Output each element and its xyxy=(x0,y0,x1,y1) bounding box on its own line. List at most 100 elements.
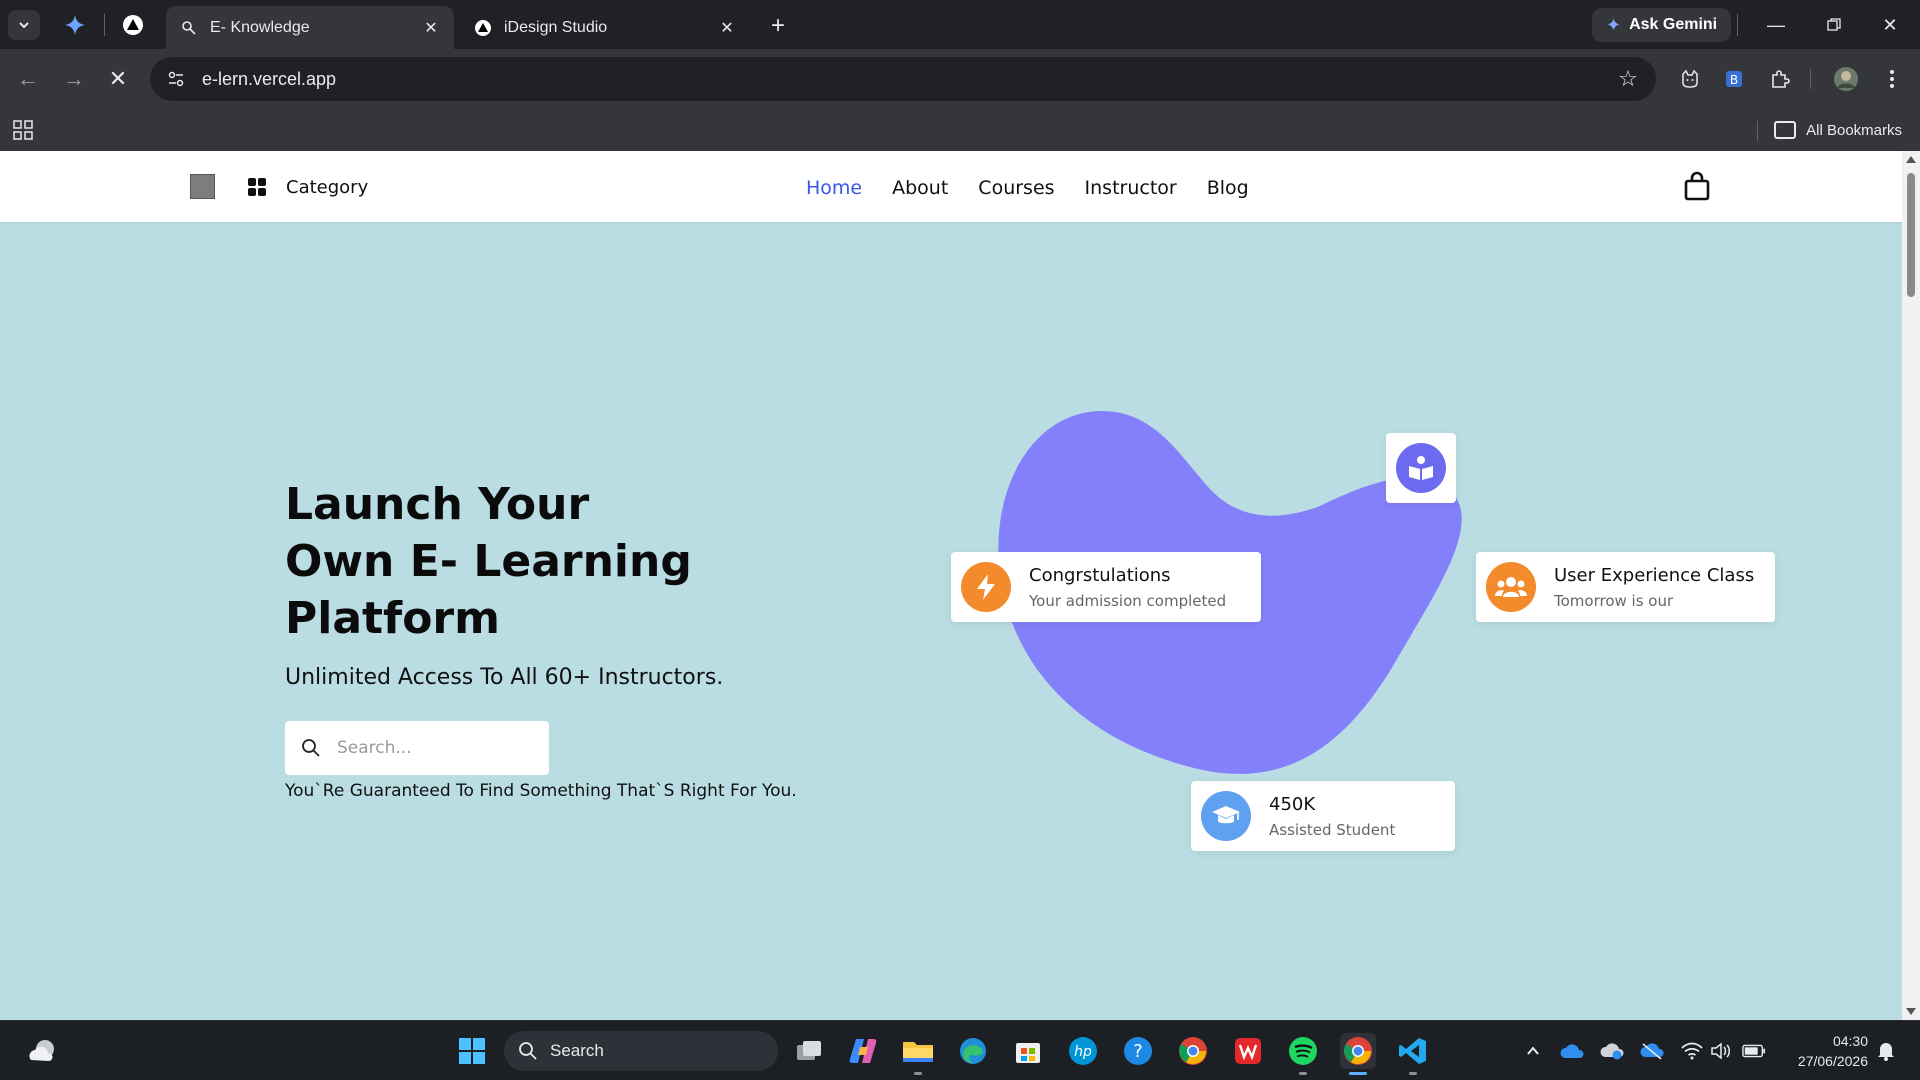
chrome-icon xyxy=(1344,1037,1372,1065)
ask-gemini-label: Ask Gemini xyxy=(1629,16,1718,33)
ux-class-card: User Experience Class Tomorrow is our xyxy=(1476,552,1775,622)
pinned-tab-gemini[interactable] xyxy=(62,12,88,38)
store-app[interactable] xyxy=(1010,1033,1046,1069)
extensions-button[interactable] xyxy=(1764,63,1796,95)
windows-taskbar: Search hp ? 04:30 27/06/2026 xyxy=(0,1020,1920,1080)
loading-favicon-icon xyxy=(180,19,198,37)
hero-search-box[interactable] xyxy=(285,721,549,775)
tab-search-button[interactable] xyxy=(8,10,40,40)
tab-idesign-studio[interactable]: iDesign Studio ✕ xyxy=(460,6,750,49)
file-explorer-app[interactable] xyxy=(900,1033,936,1075)
kebab-menu-icon xyxy=(1890,70,1894,88)
extension-translate-button[interactable]: B xyxy=(1718,63,1750,95)
main-nav: Home About Courses Instructor Blog xyxy=(806,173,1279,203)
scroll-down-icon[interactable] xyxy=(1906,1008,1916,1015)
task-view-icon xyxy=(797,1041,821,1060)
graduation-cap-icon xyxy=(1201,791,1251,841)
url-text[interactable]: e-lern.vercel.app xyxy=(202,69,336,90)
chrome-icon xyxy=(1179,1037,1207,1065)
ask-gemini-button[interactable]: ✦ Ask Gemini xyxy=(1592,8,1732,42)
wps-app[interactable] xyxy=(1230,1033,1266,1069)
edge-app[interactable] xyxy=(955,1033,991,1069)
page-viewport: Category Home About Courses Instructor B… xyxy=(0,151,1920,1020)
category-menu[interactable]: Category xyxy=(248,173,368,201)
page-scrollbar[interactable] xyxy=(1902,151,1920,1020)
minimize-button[interactable]: — xyxy=(1756,10,1796,40)
new-tab-button[interactable]: + xyxy=(764,12,792,40)
running-indicator xyxy=(1409,1072,1417,1075)
tab-separator xyxy=(104,14,105,36)
close-tab-icon[interactable]: ✕ xyxy=(718,19,736,37)
arrow-left-icon: ← xyxy=(17,66,39,91)
browser-menu-button[interactable] xyxy=(1876,63,1908,95)
chrome-app[interactable] xyxy=(1175,1033,1211,1069)
stop-loading-button[interactable]: ✕ xyxy=(102,63,134,95)
chrome-active-app[interactable] xyxy=(1340,1033,1376,1075)
nav-instructor[interactable]: Instructor xyxy=(1085,177,1177,199)
cloud-moon-icon xyxy=(29,1040,54,1061)
show-hidden-icons[interactable] xyxy=(1521,1039,1545,1063)
search-input[interactable] xyxy=(337,738,527,758)
notifications-tray[interactable] xyxy=(1874,1039,1898,1063)
taskbar-clock[interactable]: 04:30 27/06/2026 xyxy=(1784,1031,1868,1071)
nav-about[interactable]: About xyxy=(892,177,948,199)
bookmark-star-icon[interactable]: ☆ xyxy=(1616,66,1640,91)
forward-button[interactable]: → xyxy=(58,63,90,95)
tab-title: E- Knowledge xyxy=(210,18,310,36)
close-window-button[interactable]: ✕ xyxy=(1870,10,1910,40)
volume-tray[interactable] xyxy=(1710,1039,1734,1063)
copilot-app[interactable] xyxy=(845,1033,881,1069)
apps-grid-icon[interactable] xyxy=(12,119,34,141)
weather-widget[interactable] xyxy=(24,1033,60,1069)
restore-button[interactable] xyxy=(1814,10,1854,40)
all-bookmarks-button[interactable]: All Bookmarks xyxy=(1774,117,1902,143)
scroll-up-icon[interactable] xyxy=(1906,156,1916,163)
battery-tray[interactable] xyxy=(1742,1039,1766,1063)
profile-button[interactable] xyxy=(1830,63,1862,95)
hero-title-line: Own E- Learning xyxy=(285,536,692,587)
hero-title: Launch Your Own E- Learning Platform xyxy=(285,476,785,647)
wifi-tray[interactable] xyxy=(1680,1039,1704,1063)
chevron-up-icon xyxy=(1527,1046,1539,1055)
onedrive-sync-tray[interactable] xyxy=(1600,1039,1624,1063)
extension-cat-button[interactable] xyxy=(1674,63,1706,95)
scrollbar-thumb[interactable] xyxy=(1907,173,1915,297)
hp-app[interactable]: hp xyxy=(1065,1033,1101,1069)
vscode-app[interactable] xyxy=(1395,1033,1431,1075)
tab-e-knowledge[interactable]: E- Knowledge ✕ xyxy=(166,6,454,49)
bookmarks-bar: All Bookmarks xyxy=(0,109,1920,151)
help-icon: ? xyxy=(1124,1037,1152,1065)
battery-icon xyxy=(1742,1044,1766,1058)
pinned-tab-vercel[interactable] xyxy=(120,12,146,38)
folder-icon xyxy=(1774,121,1797,139)
task-view-button[interactable] xyxy=(791,1033,827,1069)
svg-text:hp: hp xyxy=(1074,1044,1092,1060)
users-icon xyxy=(1486,562,1536,612)
hp-icon: hp xyxy=(1069,1037,1097,1065)
site-logo[interactable] xyxy=(190,174,215,199)
close-icon: ✕ xyxy=(1882,14,1898,35)
puzzle-icon xyxy=(1772,70,1790,88)
close-tab-icon[interactable]: ✕ xyxy=(422,19,440,37)
get-help-app[interactable]: ? xyxy=(1120,1033,1156,1069)
site-info-icon[interactable] xyxy=(164,67,188,91)
address-bar[interactable]: e-lern.vercel.app ☆ xyxy=(150,57,1656,101)
grid-icon xyxy=(248,178,266,196)
nav-courses[interactable]: Courses xyxy=(978,177,1054,199)
nav-blog[interactable]: Blog xyxy=(1207,177,1249,199)
nav-home[interactable]: Home xyxy=(806,177,862,199)
active-indicator xyxy=(1349,1072,1367,1075)
copilot-icon xyxy=(849,1039,877,1063)
chevron-down-icon xyxy=(19,22,29,29)
start-button[interactable] xyxy=(454,1033,490,1069)
clock-date: 27/06/2026 xyxy=(1797,1053,1868,1069)
onedrive-tray[interactable] xyxy=(1560,1039,1584,1063)
hero-title-line: Platform xyxy=(285,593,500,644)
hero-title-line: Launch Your xyxy=(285,479,590,530)
spotify-app[interactable] xyxy=(1285,1033,1321,1075)
taskbar-search[interactable]: Search xyxy=(504,1031,778,1071)
onedrive-offline-tray[interactable] xyxy=(1640,1039,1664,1063)
back-button[interactable]: ← xyxy=(12,63,44,95)
shopping-bag-icon[interactable] xyxy=(1684,171,1710,201)
arrow-right-icon: → xyxy=(63,66,85,91)
